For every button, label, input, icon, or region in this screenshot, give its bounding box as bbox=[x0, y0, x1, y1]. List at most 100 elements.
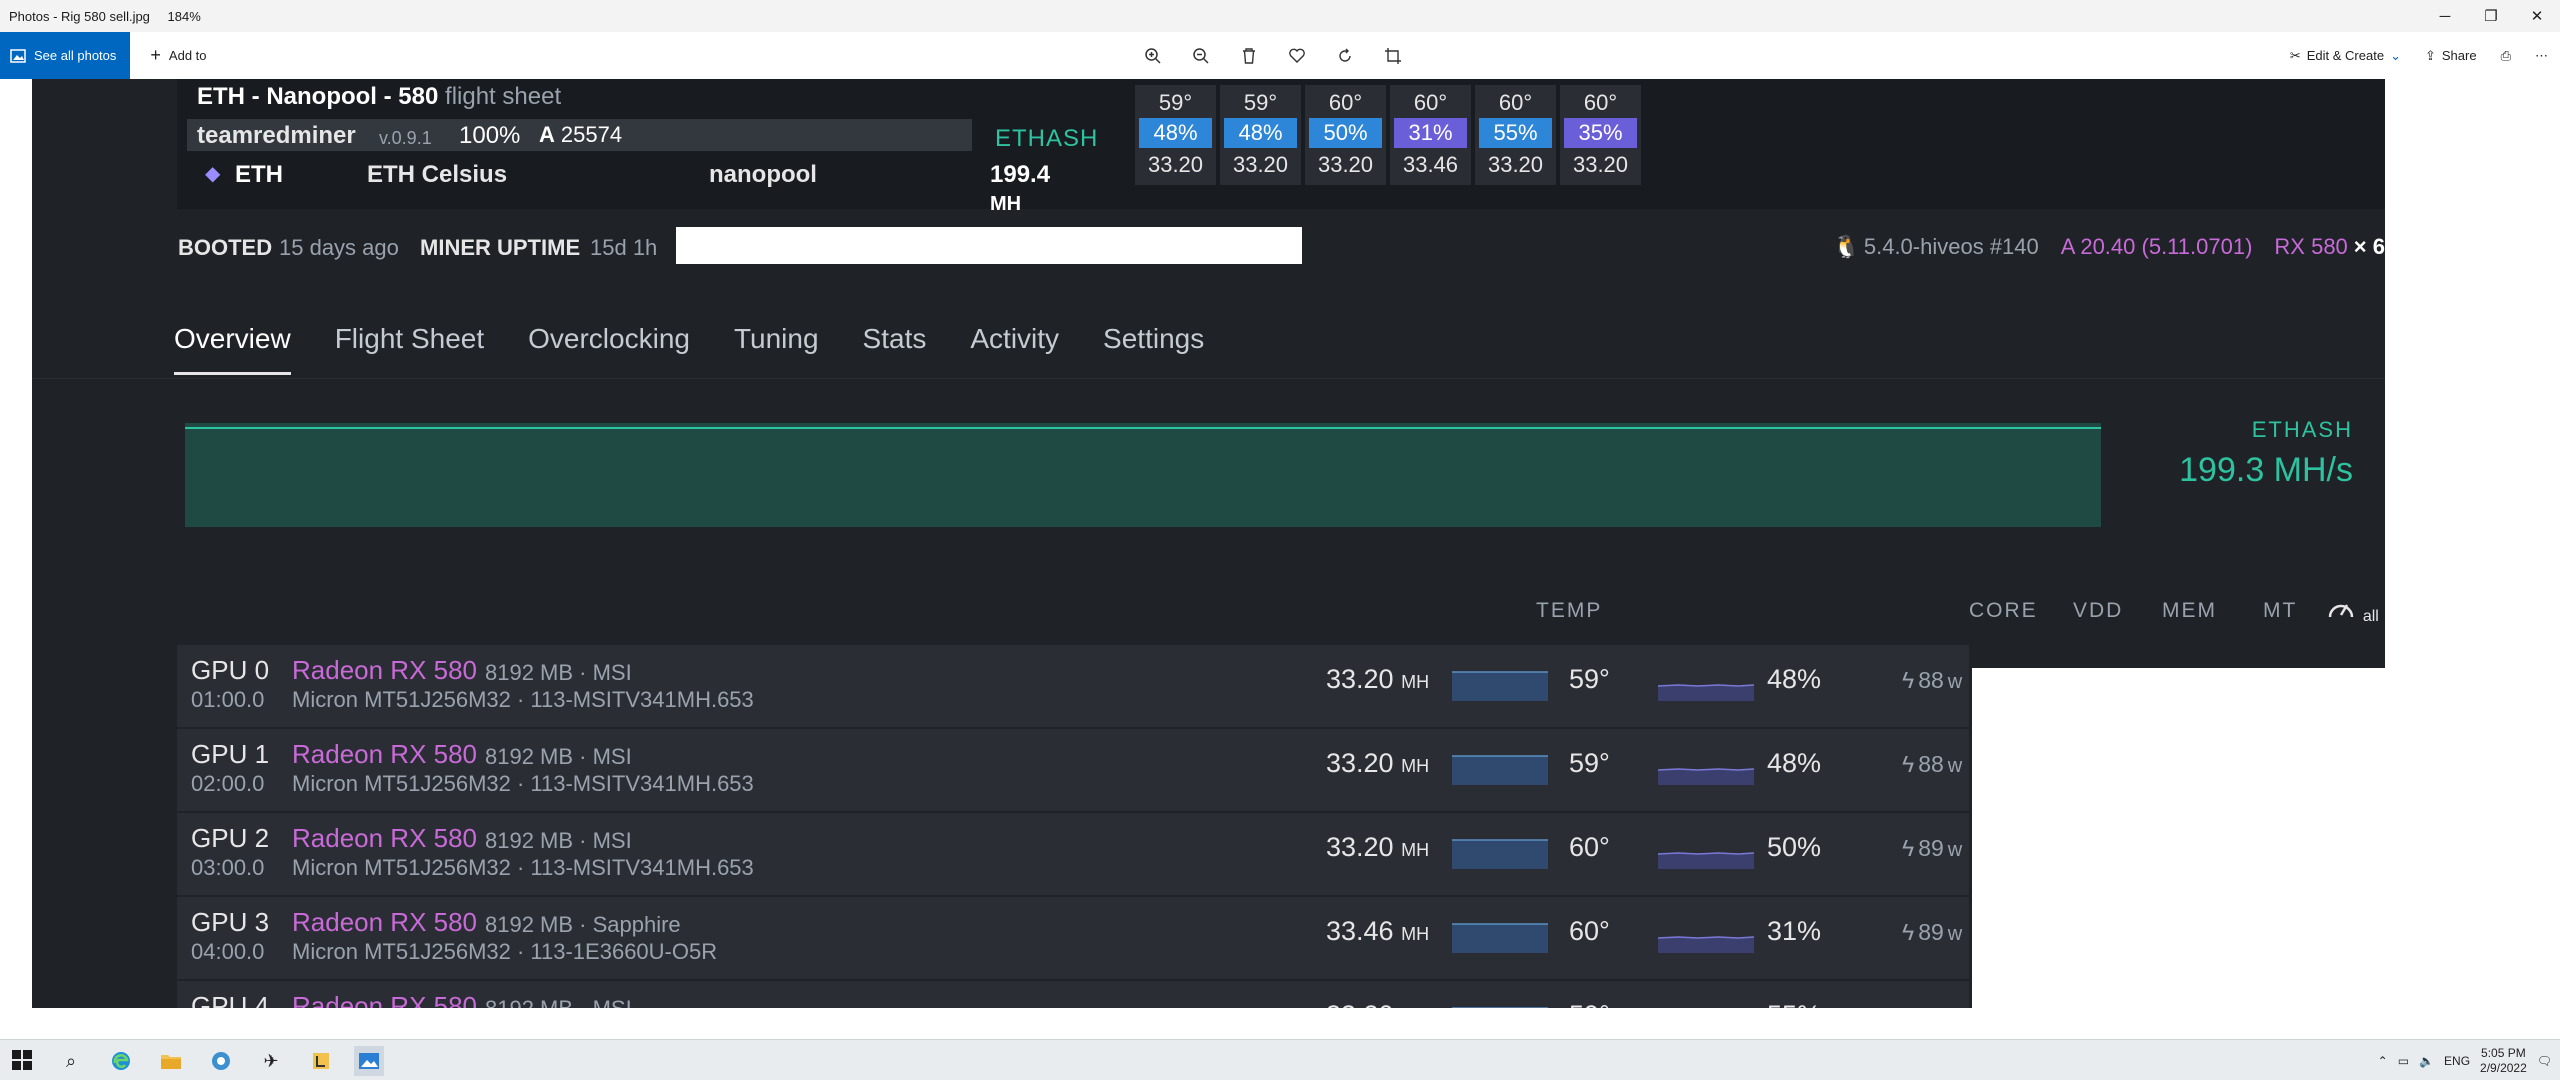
lightning-bolt-icon: ϟ bbox=[1902, 751, 1915, 777]
gpu-bus: 02:00.0 bbox=[191, 771, 265, 796]
amd-driver: A 20.40 (5.11.0701) bbox=[2060, 234, 2253, 259]
tab-tuning[interactable]: Tuning bbox=[734, 319, 819, 375]
edge-browser-icon[interactable] bbox=[106, 1046, 136, 1076]
file-explorer-icon[interactable] bbox=[156, 1046, 186, 1076]
start-button[interactable] bbox=[12, 1050, 32, 1070]
clock-date: 2/9/2022 bbox=[2480, 1060, 2527, 1075]
coin-symbol: ETH bbox=[235, 161, 283, 188]
print-button[interactable]: ⎙ bbox=[2501, 48, 2511, 64]
photos-app-icon[interactable] bbox=[354, 1046, 384, 1076]
crop-icon[interactable] bbox=[1380, 43, 1406, 69]
miner-accepted: A 25574 bbox=[539, 122, 622, 148]
tab-settings[interactable]: Settings bbox=[1103, 319, 1204, 375]
gpu-temp: 59° bbox=[1569, 1000, 1610, 1008]
app-icon-blue-circle[interactable] bbox=[206, 1046, 236, 1076]
zoom-out-icon[interactable] bbox=[1188, 43, 1214, 69]
gpu-summary-cell[interactable]: 60° 35% 33.20 bbox=[1560, 85, 1641, 185]
tab-stats[interactable]: Stats bbox=[863, 319, 927, 375]
gpu-power: ϟ 89 w bbox=[1902, 835, 1962, 862]
accepted-shares: 25574 bbox=[560, 122, 623, 147]
search-icon[interactable]: ⌕ bbox=[56, 1046, 86, 1076]
gpu-memory: 8192 MB · MSI bbox=[485, 996, 632, 1008]
gpu-summary-temp: 60° bbox=[1583, 90, 1618, 115]
toolbar-right: ✂ Edit & Create ⌄ ⇪ Share ⎙ ⋯ bbox=[2290, 32, 2548, 79]
minimize-button[interactable]: ─ bbox=[2422, 0, 2468, 32]
see-all-photos-button[interactable]: See all photos bbox=[0, 32, 131, 79]
gpu-power: ϟ 88 w bbox=[1902, 1003, 1962, 1008]
gpu-summary-cell[interactable]: 59° 48% 33.20 bbox=[1135, 85, 1216, 185]
table-row[interactable]: GPU 0 01:00.0 Radeon RX 580 Micron MT51J256… bbox=[177, 645, 1969, 727]
tab-activity[interactable]: Activity bbox=[970, 319, 1059, 375]
gpu-memory: 8192 MB · MSI bbox=[485, 828, 632, 853]
gpu-power-unit: w bbox=[1947, 839, 1963, 861]
notification-icon[interactable]: 🗨 bbox=[2537, 1054, 2552, 1068]
gpu-summary-cell[interactable]: 60° 55% 33.20 bbox=[1475, 85, 1556, 185]
total-hashrate-panel: ETHASH 199.3 MH/s bbox=[2179, 417, 2353, 490]
gpu-summary-fan: 55% bbox=[1479, 118, 1552, 148]
share-button[interactable]: ⇪ Share bbox=[2425, 48, 2477, 64]
gpu-memory: 8192 MB · MSI bbox=[485, 744, 632, 769]
gpu-summary-cell[interactable]: 60° 50% 33.20 bbox=[1305, 85, 1386, 185]
clock[interactable]: 5:05 PM 2/9/2022 bbox=[2480, 1046, 2527, 1076]
gpu-summary-cell[interactable]: 59° 48% 33.20 bbox=[1220, 85, 1301, 185]
gpu-model: Radeon RX 580 bbox=[292, 739, 478, 769]
table-row[interactable]: GPU 4 Radeon RX 580 33.20 MH 59° 55% ϟ 88 w 8192… bbox=[177, 981, 1969, 1008]
ellipsis-icon: ⋯ bbox=[2535, 47, 2548, 63]
table-row[interactable]: GPU 3 04:00.0 Radeon RX 580 Micron MT51J256… bbox=[177, 897, 1969, 979]
photos-toolbar: See all photos + Add to ✂ Edit & Create … bbox=[0, 32, 2560, 79]
flight-sheet-title: ETH - Nanopool - 580 flight sheet bbox=[197, 83, 561, 111]
gpu-summary-cell[interactable]: 60° 31% 33.46 bbox=[1390, 85, 1471, 185]
gpu-id: GPU 2 bbox=[191, 823, 270, 853]
edit-create-button[interactable]: ✂ Edit & Create ⌄ bbox=[2290, 48, 2401, 64]
temp-column-header: TEMP bbox=[1536, 599, 1603, 622]
zoom-in-icon[interactable] bbox=[1140, 43, 1166, 69]
pool-name: nanopool bbox=[709, 161, 817, 188]
gpu-temp: 59° bbox=[1569, 748, 1610, 778]
table-row[interactable]: GPU 2 03:00.0 Radeon RX 580 Micron MT51J256… bbox=[177, 813, 1969, 895]
add-to-button[interactable]: + Add to bbox=[150, 45, 206, 66]
gpu-memory: 8192 MB · Sapphire bbox=[485, 912, 681, 937]
tab-flight-sheet[interactable]: Flight Sheet bbox=[335, 319, 484, 375]
gpu-bus: 03:00.0 bbox=[191, 855, 265, 880]
gpu-fan: 50% bbox=[1767, 832, 1822, 862]
gpu-temp: 60° bbox=[1569, 832, 1610, 862]
more-options-button[interactable]: ⋯ bbox=[2535, 48, 2548, 64]
mt-column-header: MT bbox=[2263, 599, 2298, 622]
see-all-photos-label: See all photos bbox=[34, 48, 117, 63]
gpu-fan: 55% bbox=[1767, 1000, 1821, 1008]
app-icon-bird[interactable]: ✈ bbox=[256, 1046, 286, 1076]
tab-overclocking[interactable]: Overclocking bbox=[528, 319, 690, 375]
gpu-power-value: 89 bbox=[1918, 919, 1944, 945]
ethereum-icon: ◆ bbox=[205, 163, 221, 185]
language-indicator[interactable]: ENG bbox=[2444, 1054, 2470, 1068]
redacted-bar bbox=[676, 227, 1302, 264]
gpu-summary-temp: 59° bbox=[1158, 90, 1193, 115]
gpu-vram: Micron MT51J256M32 · 113-MSITV341MH.653 bbox=[292, 687, 754, 712]
gpu-hashrate: 33.20 MH bbox=[1326, 748, 1429, 779]
rotate-icon[interactable] bbox=[1332, 43, 1358, 69]
speaker-icon[interactable]: 🔈 bbox=[2419, 1054, 2434, 1068]
app-icon-yellow[interactable] bbox=[306, 1046, 336, 1076]
chevron-up-icon[interactable]: ⌃ bbox=[2378, 1054, 2388, 1068]
share-icon: ⇪ bbox=[2424, 47, 2436, 63]
share-label: Share bbox=[2441, 48, 2477, 63]
restore-button[interactable]: ❐ bbox=[2468, 0, 2514, 32]
gpu-summary-hash: 33.20 bbox=[1572, 152, 1629, 177]
gpu-fan: 31% bbox=[1767, 916, 1822, 946]
viewer-tools bbox=[1140, 32, 1406, 79]
close-button[interactable]: ✕ bbox=[2514, 0, 2560, 32]
tab-overview[interactable]: Overview bbox=[174, 319, 291, 375]
flight-sheet-name: ETH - Nanopool - 580 bbox=[197, 83, 439, 110]
total-hashrate-value: 199.3 MH/s bbox=[2179, 451, 2353, 489]
lightning-bolt-icon: ϟ bbox=[1902, 1003, 1914, 1008]
algorithm-label: ETHASH bbox=[995, 125, 1099, 152]
table-row[interactable]: GPU 1 02:00.0 Radeon RX 580 Micron MT51J256… bbox=[177, 729, 1969, 811]
gpu-temp: 60° bbox=[1569, 916, 1610, 946]
delete-icon[interactable] bbox=[1236, 43, 1262, 69]
gpu-hashrate-unit: MH bbox=[1401, 756, 1430, 776]
favorite-heart-icon[interactable] bbox=[1284, 43, 1310, 69]
tune-all-button[interactable]: all bbox=[2327, 597, 2379, 627]
gpu-hashrate-unit: MH bbox=[1401, 672, 1430, 692]
network-icon[interactable]: ▭ bbox=[2398, 1054, 2409, 1068]
os-version-text: 5.4.0-hiveos #140 bbox=[1863, 234, 2039, 259]
